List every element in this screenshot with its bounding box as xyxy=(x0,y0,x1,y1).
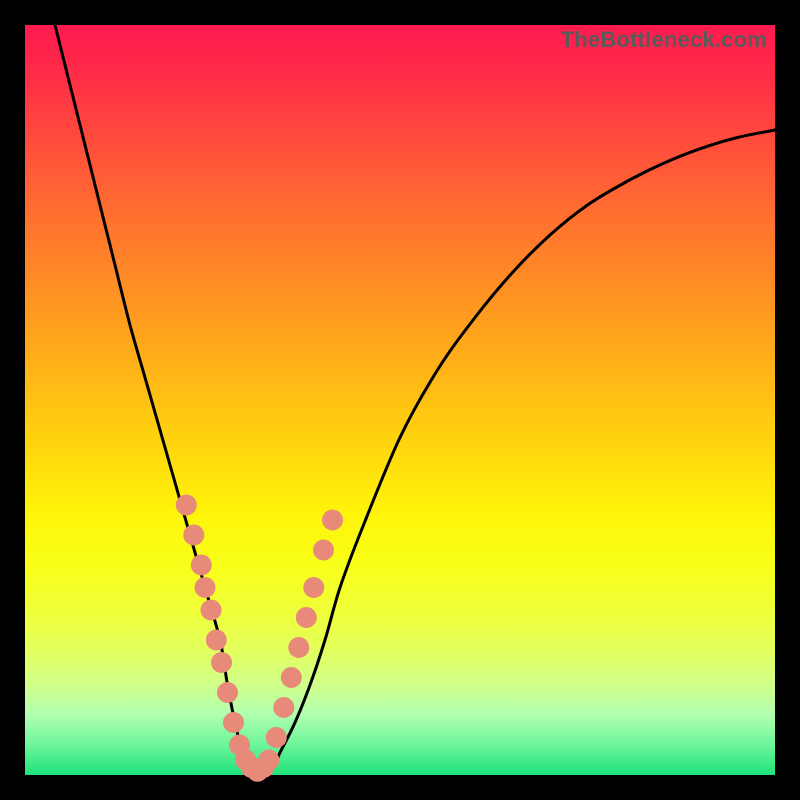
data-marker xyxy=(176,495,196,515)
data-marker xyxy=(212,653,232,673)
data-marker xyxy=(201,600,221,620)
data-marker xyxy=(296,608,316,628)
data-marker xyxy=(281,668,301,688)
data-marker xyxy=(184,525,204,545)
data-marker xyxy=(224,713,244,733)
data-marker xyxy=(195,578,215,598)
chart-frame: TheBottleneck.com xyxy=(25,25,775,775)
data-marker xyxy=(191,555,211,575)
chart-svg xyxy=(25,25,775,775)
data-marker xyxy=(274,698,294,718)
marker-group xyxy=(176,495,342,781)
data-marker xyxy=(304,578,324,598)
data-marker xyxy=(266,728,286,748)
watermark-text: TheBottleneck.com xyxy=(561,27,767,53)
data-marker xyxy=(314,540,334,560)
bottleneck-curve xyxy=(55,25,775,771)
data-marker xyxy=(206,630,226,650)
data-marker xyxy=(259,750,279,770)
data-marker xyxy=(289,638,309,658)
data-marker xyxy=(323,510,343,530)
data-marker xyxy=(218,683,238,703)
